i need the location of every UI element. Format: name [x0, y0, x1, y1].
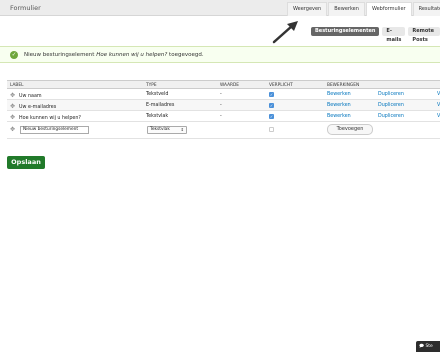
table-row: ✥ Uw e-mailadres E-mailadres - ✓ Bewerken… — [7, 100, 440, 111]
edit-link[interactable]: Bewerken — [327, 114, 351, 119]
check-circle-icon: ✓ — [10, 51, 18, 59]
required-checkbox[interactable]: ✓ — [269, 113, 274, 119]
col-required-header: VERPLICHT — [269, 82, 293, 88]
table-row: ✥ Hoe kunnen wij u helpen? Tekstvlak - ✓ … — [7, 111, 440, 122]
subtab-besturingselementen[interactable]: Besturingselementen — [311, 27, 380, 36]
secondary-tabs: Besturingselementen E-mails Remote Posts — [311, 27, 440, 43]
required-checkbox[interactable]: ✓ — [269, 102, 274, 108]
subtab-emails[interactable]: E-mails — [382, 27, 406, 43]
corner-widget[interactable]: 🗩 Ste — [416, 341, 440, 352]
duplicate-link[interactable]: Dupliceren — [378, 103, 404, 108]
col-operations-header: BEWERKINGEN — [327, 82, 360, 88]
status-message: ✓ Nieuw besturingselement Hoe kunnen wij… — [0, 46, 440, 63]
chat-icon: 🗩 — [419, 344, 424, 349]
save-button[interactable]: Opslaan — [7, 156, 45, 169]
edit-link[interactable]: Bewerken — [327, 92, 351, 97]
table-header: LABEL TYPE WAARDE VERPLICHT BEWERKINGEN — [7, 80, 440, 89]
drag-handle-icon: ✥ — [10, 126, 16, 133]
drag-handle-icon[interactable]: ✥ — [10, 103, 15, 110]
components-table: LABEL TYPE WAARDE VERPLICHT BEWERKINGEN … — [7, 80, 440, 139]
row-label: Uw e-mailadres — [19, 104, 57, 110]
tab-webformulier[interactable]: Webformulier — [365, 2, 412, 16]
top-bar: Formulier Weergeven Bewerken Webformulie… — [0, 0, 440, 16]
edit-link[interactable]: Bewerken — [327, 103, 351, 108]
row-type: Tekstvlak — [146, 113, 169, 119]
row-type: Tekstveld — [146, 91, 169, 97]
chevron-updown-icon: ⇕ — [180, 127, 184, 132]
col-value-header: WAARDE — [220, 82, 240, 88]
row-label: Uw naam — [19, 93, 42, 99]
tab-weergeven[interactable]: Weergeven — [287, 2, 328, 16]
drag-handle-icon[interactable]: ✥ — [10, 114, 15, 121]
row-value: - — [220, 113, 222, 119]
new-component-label-input[interactable]: Nieuw besturingselement — [20, 126, 89, 134]
duplicate-link[interactable]: Dupliceren — [378, 114, 404, 119]
row-value: - — [220, 102, 222, 108]
duplicate-link[interactable]: Dupliceren — [378, 92, 404, 97]
tab-bewerken[interactable]: Bewerken — [328, 2, 365, 16]
status-message-text: Nieuw besturingselement Hoe kunnen wij u… — [24, 52, 204, 58]
required-checkbox[interactable] — [269, 127, 274, 132]
col-label-header: LABEL — [10, 82, 24, 88]
drag-handle-icon[interactable]: ✥ — [10, 92, 15, 99]
pointer-arrow-icon — [272, 21, 298, 44]
add-component-button[interactable]: Toevoegen — [327, 124, 373, 135]
table-row: ✥ Uw naam Tekstveld - ✓ Bewerken Duplicer… — [7, 89, 440, 100]
row-value: - — [220, 91, 222, 97]
required-checkbox[interactable]: ✓ — [269, 91, 274, 97]
tab-resultaten[interactable]: Resultaten — [412, 2, 440, 16]
row-label: Hoe kunnen wij u helpen? — [19, 115, 81, 121]
row-type: E-mailadres — [146, 102, 175, 108]
new-component-type-select[interactable]: Tekstvlak ⇕ — [147, 126, 187, 134]
primary-tabs: Weergeven Bewerken Webformulier Resultat… — [287, 2, 440, 16]
page-title: Formulier — [10, 4, 41, 12]
col-type-header: TYPE — [146, 82, 157, 88]
new-component-row: ✥ Nieuw besturingselement Tekstvlak ⇕ Toe… — [7, 122, 440, 139]
subtab-remote-posts[interactable]: Remote Posts — [408, 27, 440, 43]
